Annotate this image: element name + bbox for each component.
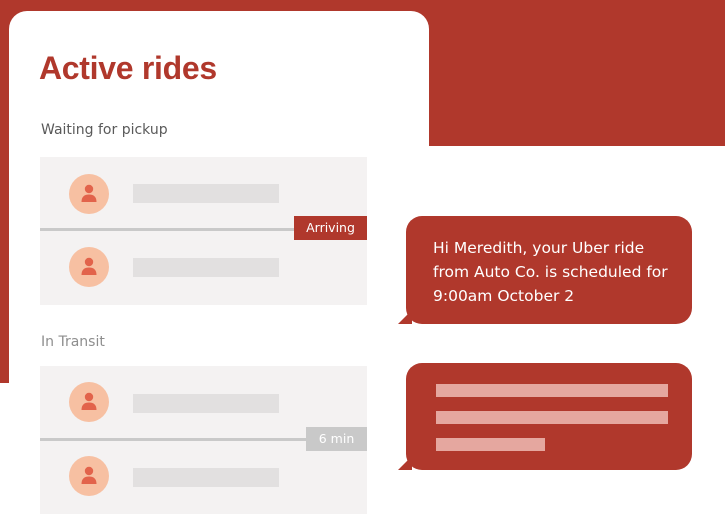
page-title: Active rides [39,50,217,86]
message-bubble: Hi Meredith, your Uber ride from Auto Co… [406,216,692,324]
person-icon [81,184,97,202]
person-icon [81,466,97,484]
section-label-in-transit: In Transit [41,334,105,350]
message-bubble-tail [398,310,412,324]
avatar [69,382,109,422]
ride-group-waiting: Arriving [40,157,367,305]
message-text: Hi Meredith, your Uber ride from Auto Co… [433,239,668,305]
message-line-placeholder [436,384,668,397]
person-icon [81,257,97,275]
rider-name-placeholder [133,184,279,203]
avatar [69,174,109,214]
ride-row[interactable] [40,231,367,305]
message-bubble-placeholder [406,363,692,470]
rider-name-placeholder [133,394,279,413]
section-label-waiting: Waiting for pickup [41,122,168,138]
message-bubble-tail [398,456,412,470]
avatar [69,456,109,496]
ride-row[interactable] [40,440,367,514]
person-icon [81,392,97,410]
message-line-placeholder [436,411,668,424]
message-line-placeholder [436,438,545,451]
ride-group-in-transit: 6 min [40,366,367,514]
avatar [69,247,109,287]
rider-name-placeholder [133,258,279,277]
rider-name-placeholder [133,468,279,487]
